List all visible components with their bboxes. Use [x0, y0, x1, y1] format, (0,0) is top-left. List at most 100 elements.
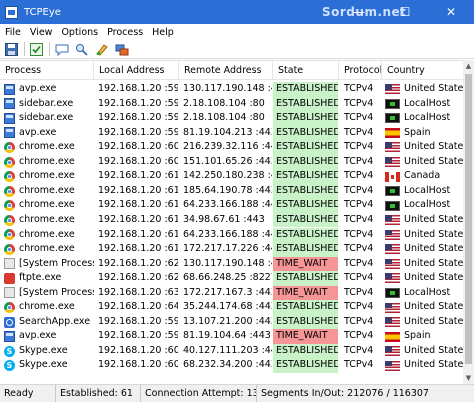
process-cell: Skype.exe: [0, 344, 94, 358]
table-row[interactable]: chrome.exe 192.168.1.20 :60537 216.239.32.…: [0, 140, 474, 155]
column-header-remote-address[interactable]: Remote Address: [179, 61, 273, 80]
skype-process-icon: [4, 345, 15, 358]
country-name: United States: [404, 315, 469, 327]
table-row[interactable]: sidebar.exe 192.168.1.20 :59993 2.18.108.1…: [0, 96, 474, 112]
network-icon[interactable]: [113, 41, 130, 57]
table-row[interactable]: chrome.exe 192.168.1.20 :61573 64.233.166.…: [0, 227, 474, 243]
local-address-cell: 192.168.1.20 :59993: [98, 97, 178, 109]
app-icon: [5, 5, 18, 19]
country-cell: United States: [382, 257, 474, 272]
chrome-process-icon: [4, 243, 15, 255]
save-icon[interactable]: [3, 41, 20, 57]
status-connection-attempt: Connection Attempt: 137: [141, 385, 257, 402]
column-header-process[interactable]: Process: [0, 61, 94, 80]
protocol-cell: TCPv4: [344, 184, 374, 196]
exe-process-icon: [4, 331, 15, 343]
country-cell: LocalHost: [382, 184, 474, 199]
table-row[interactable]: chrome.exe 192.168.1.20 :64097 35.244.174.…: [0, 300, 474, 315]
country-name: LocalHost: [404, 199, 451, 211]
remote-address-cell: 2.18.108.104 :80: [183, 97, 265, 109]
lh-flag-icon: [385, 186, 400, 197]
table-row[interactable]: chrome.exe 192.168.1.20 :61456 34.98.67.61…: [0, 212, 474, 228]
chrome-process-icon: [4, 302, 15, 313]
country-cell: United States: [382, 228, 474, 243]
table-row[interactable]: Skype.exe 192.168.1.20 :60001 68.232.34.20…: [0, 358, 474, 373]
menu-process[interactable]: Process: [102, 27, 147, 38]
table-row[interactable]: chrome.exe 192.168.1.20 :61098 185.64.190.…: [0, 183, 474, 199]
remote-address-cell: 13.107.21.200 :443: [183, 315, 272, 327]
country-cell: United States: [382, 82, 474, 97]
refresh-icon[interactable]: [28, 41, 45, 57]
minimize-button[interactable]: —: [336, 0, 382, 24]
kill-process-icon[interactable]: [93, 41, 110, 57]
chrome-process-icon: [4, 156, 15, 168]
country-name: United States: [404, 213, 469, 225]
find-icon[interactable]: [73, 41, 90, 57]
state-cell: ESTABLISHED: [273, 343, 338, 359]
table-row[interactable]: avp.exe 192.168.1.20 :59995 81.19.104.213 …: [0, 125, 474, 141]
process-name: [System Process]: [19, 286, 94, 298]
status-established: Established: 61: [56, 385, 141, 402]
local-address-cell: 192.168.1.20 :61651: [98, 243, 178, 255]
table-row[interactable]: chrome.exe 192.168.1.20 :60527 151.101.65.…: [0, 154, 474, 170]
table-row[interactable]: chrome.exe 192.168.1.20 :61651 172.217.17.…: [0, 242, 474, 257]
window-title: TCPEye: [24, 6, 61, 18]
table-row[interactable]: SearchApp.exe 192.168.1.20 :59973 13.107.2…: [0, 314, 474, 330]
protocol-cell: TCPv4: [344, 359, 374, 371]
country-name: United States: [404, 243, 469, 255]
local-address-cell: 192.168.1.20 :59992: [98, 83, 178, 94]
remote-address-cell: 2.18.108.104 :80: [183, 112, 265, 124]
process-cell: chrome.exe: [0, 228, 94, 243]
menu-file[interactable]: File: [0, 27, 25, 38]
state-cell: ESTABLISHED: [273, 183, 338, 199]
us-flag-icon: [385, 360, 400, 371]
menu-bar: File View Options Process Help: [0, 24, 474, 40]
table-row[interactable]: avp.exe 192.168.1.20 :59992 130.117.190.14…: [0, 82, 474, 97]
process-cell: [System Process]: [0, 257, 94, 272]
table-row[interactable]: avp.exe 192.168.1.20 :59999 81.19.104.64 :…: [0, 329, 474, 344]
remote-address-cell: 151.101.65.26 :443: [183, 155, 272, 167]
state-cell: ESTABLISHED: [273, 242, 338, 257]
table-row[interactable]: [System Process] 192.168.1.20 :63647 172.2…: [0, 285, 474, 301]
table-row[interactable]: Skype.exe 192.168.1.20 :60000 40.127.111.2…: [0, 343, 474, 359]
table-row[interactable]: sidebar.exe 192.168.1.20 :59994 2.18.108.1…: [0, 111, 474, 126]
column-header-protocol[interactable]: Protocol: [339, 61, 382, 80]
protocol-cell: TCPv4: [344, 330, 374, 342]
table-row[interactable]: ftpte.exe 192.168.1.20 :62117 68.66.248.25…: [0, 271, 474, 286]
process-name: ftpte.exe: [19, 272, 62, 284]
protocol-cell: TCPv4: [344, 126, 374, 138]
remote-address-cell: 130.117.190.148 :443: [183, 83, 272, 94]
status-segments: Segments In/Out: 212076 / 116307: [261, 388, 429, 399]
us-flag-icon: [385, 346, 400, 357]
skype-process-icon: [4, 359, 15, 373]
country-cell: United States: [382, 155, 474, 170]
process-name: Skype.exe: [19, 359, 68, 371]
table-row[interactable]: chrome.exe 192.168.1.20 :61378 64.233.166.…: [0, 198, 474, 213]
process-cell: sidebar.exe: [0, 97, 94, 112]
column-header-country[interactable]: Country: [382, 61, 474, 80]
country-cell: LocalHost: [382, 286, 474, 301]
process-cell: SearchApp.exe: [0, 315, 94, 330]
remote-address-cell: 64.233.166.188 :443: [183, 199, 272, 211]
exe-process-icon: [4, 127, 15, 139]
state-cell: ESTABLISHED: [273, 227, 338, 242]
remote-address-cell: 81.19.104.64 :443: [183, 330, 271, 342]
column-header-local-address[interactable]: Local Address: [94, 61, 179, 80]
scrollbar-thumb[interactable]: [465, 74, 472, 364]
menu-options[interactable]: Options: [56, 27, 102, 38]
table-row[interactable]: [System Process] 192.168.1.20 :62271 130.1…: [0, 256, 474, 272]
column-header-state[interactable]: State: [273, 61, 339, 80]
maximize-button[interactable]: ☐: [382, 0, 428, 24]
menu-help[interactable]: Help: [147, 27, 178, 38]
scroll-down-arrow-icon[interactable]: ▼: [463, 372, 474, 384]
scroll-up-arrow-icon[interactable]: ▲: [463, 60, 474, 72]
close-button[interactable]: ✕: [428, 0, 474, 24]
connections-table: Process Local Address Remote Address Sta…: [0, 60, 474, 384]
comment-icon[interactable]: [53, 41, 70, 57]
us-flag-icon: [385, 215, 400, 226]
us-flag-icon: [385, 258, 400, 269]
vertical-scrollbar[interactable]: ▲ ▼: [463, 60, 474, 384]
country-name: United States: [404, 272, 469, 284]
table-row[interactable]: chrome.exe 192.168.1.20 :61058 142.250.180…: [0, 169, 474, 184]
menu-view[interactable]: View: [25, 27, 57, 38]
